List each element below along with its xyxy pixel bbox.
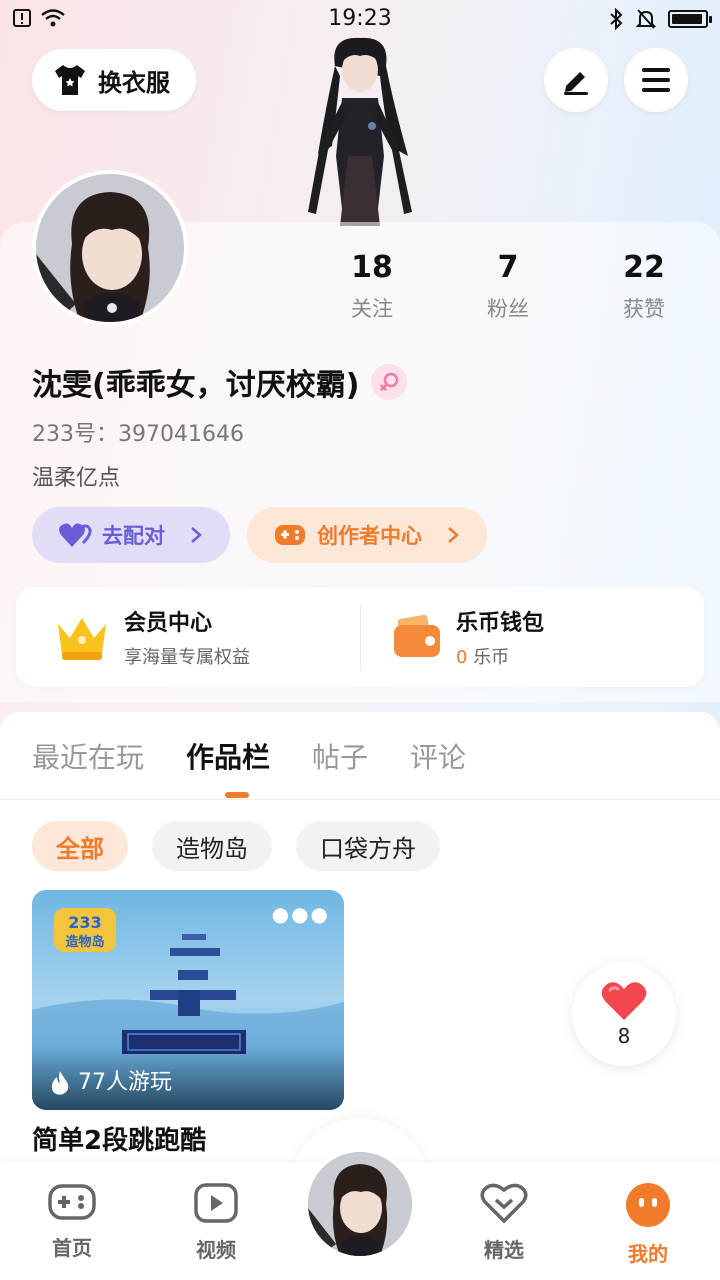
female-icon <box>380 372 399 391</box>
wallet-balance: 0 乐币 <box>456 643 544 669</box>
gamepad-icon <box>275 525 305 545</box>
bluetooth-icon <box>610 8 623 30</box>
stat-label: 粉丝 <box>487 297 529 321</box>
gender-badge <box>371 364 408 400</box>
change-outfit-label: 换衣服 <box>98 68 170 97</box>
tab-works[interactable]: 作品栏 <box>186 736 270 776</box>
user-bio: 温柔亿点 <box>32 466 121 491</box>
status-bar: 19:23 <box>0 0 720 40</box>
chevron-right-icon <box>448 527 459 543</box>
user-name: 沈雯(乖乖女，讨厌校霸) <box>32 368 360 403</box>
mute-bell-icon <box>636 9 656 29</box>
svg-text:造物岛: 造物岛 <box>65 934 104 950</box>
stat-following[interactable]: 18 关注 <box>304 250 440 323</box>
filter-chips: 全部 造物岛 口袋方舟 <box>32 821 440 871</box>
chevron-right-icon <box>191 527 202 543</box>
nav-avatar-center[interactable] <box>304 1148 416 1260</box>
filter-creation-island[interactable]: 造物岛 <box>152 821 272 871</box>
wallet-title: 乐币钱包 <box>456 611 545 636</box>
vip-wallet-card: 会员中心 享海量专属权益 乐币钱包 0 乐币 <box>16 587 704 687</box>
play-count-text: 77人游玩 <box>78 1070 172 1095</box>
match-label: 去配对 <box>102 524 165 548</box>
heart-icon <box>601 982 647 1020</box>
nav-featured[interactable]: 精选 <box>456 1182 552 1263</box>
stat-label: 关注 <box>351 297 393 321</box>
wallet-icon <box>394 614 440 657</box>
like-floating-button[interactable]: 8 <box>572 962 676 1066</box>
tab-posts[interactable]: 帖子 <box>312 736 368 776</box>
wallet-unit: 乐币 <box>473 647 510 668</box>
profile-stats: 18 关注 7 粉丝 22 获赞 <box>304 250 712 323</box>
more-options-icon[interactable]: ●●● <box>272 902 330 926</box>
wallet-entry[interactable]: 乐币钱包 0 乐币 <box>392 587 544 687</box>
face-icon <box>626 1183 670 1227</box>
nav-featured-label: 精选 <box>484 1238 524 1262</box>
wallet-coins: 0 <box>456 647 468 668</box>
profile-tabs: 最近在玩 作品栏 帖子 评论 <box>32 736 466 776</box>
gamepad-icon <box>48 1184 96 1220</box>
tab-recently-played[interactable]: 最近在玩 <box>32 736 144 776</box>
member-center-title: 会员中心 <box>124 611 213 636</box>
nav-home[interactable]: 首页 <box>24 1182 120 1261</box>
nav-video[interactable]: 视频 <box>168 1182 264 1263</box>
user-id[interactable]: 233号：397041646 <box>32 416 244 448</box>
crown-icon <box>58 618 106 660</box>
edit-profile-button[interactable] <box>544 48 608 112</box>
stat-value: 7 <box>497 250 519 285</box>
profile-avatar[interactable] <box>32 170 188 326</box>
play-count: 77人游玩 <box>32 1046 344 1110</box>
nav-me-label: 我的 <box>628 1242 668 1266</box>
nav-video-label: 视频 <box>196 1238 236 1262</box>
menu-icon <box>642 68 670 92</box>
nav-me[interactable]: 我的 <box>600 1182 696 1267</box>
filter-pocket-ark[interactable]: 口袋方舟 <box>296 821 440 871</box>
filter-all[interactable]: 全部 <box>32 821 128 871</box>
play-icon <box>194 1183 238 1223</box>
tab-comments[interactable]: 评论 <box>410 736 466 776</box>
creator-center-button[interactable]: 创作者中心 <box>247 507 487 563</box>
menu-button[interactable] <box>624 48 688 112</box>
edit-icon <box>564 72 588 95</box>
stat-value: 18 <box>351 250 393 285</box>
creation-island-logo: 233 造物岛 <box>54 908 116 952</box>
stat-followers[interactable]: 7 粉丝 <box>440 250 576 323</box>
nav-home-label: 首页 <box>52 1236 92 1260</box>
stat-likes[interactable]: 22 获赞 <box>576 250 712 323</box>
member-center-entry[interactable]: 会员中心 享海量专属权益 <box>54 587 250 687</box>
divider <box>360 603 361 671</box>
creator-center-label: 创作者中心 <box>317 524 422 548</box>
heart-pair-icon <box>59 523 92 547</box>
name-row: 沈雯(乖乖女，讨厌校霸) <box>32 360 408 404</box>
tabs-divider <box>0 799 720 800</box>
stat-value: 22 <box>623 250 665 285</box>
match-button[interactable]: 去配对 <box>32 507 230 563</box>
tshirt-icon <box>55 65 85 95</box>
change-outfit-button[interactable]: 换衣服 <box>32 49 196 111</box>
fire-icon <box>51 1071 69 1095</box>
stat-label: 获赞 <box>623 297 665 321</box>
member-center-subtitle: 享海量专属权益 <box>124 647 250 668</box>
work-title[interactable]: 简单2段跳跑酷 <box>32 1120 206 1157</box>
heart-check-icon <box>480 1183 528 1224</box>
active-tab-indicator <box>225 792 249 798</box>
avatar-3d-figure[interactable] <box>290 36 430 226</box>
like-count: 8 <box>617 1024 631 1048</box>
battery-icon <box>668 10 712 28</box>
svg-text:233: 233 <box>68 913 101 932</box>
work-card[interactable]: 233 造物岛 ●●● 77人游玩 <box>32 890 344 1110</box>
